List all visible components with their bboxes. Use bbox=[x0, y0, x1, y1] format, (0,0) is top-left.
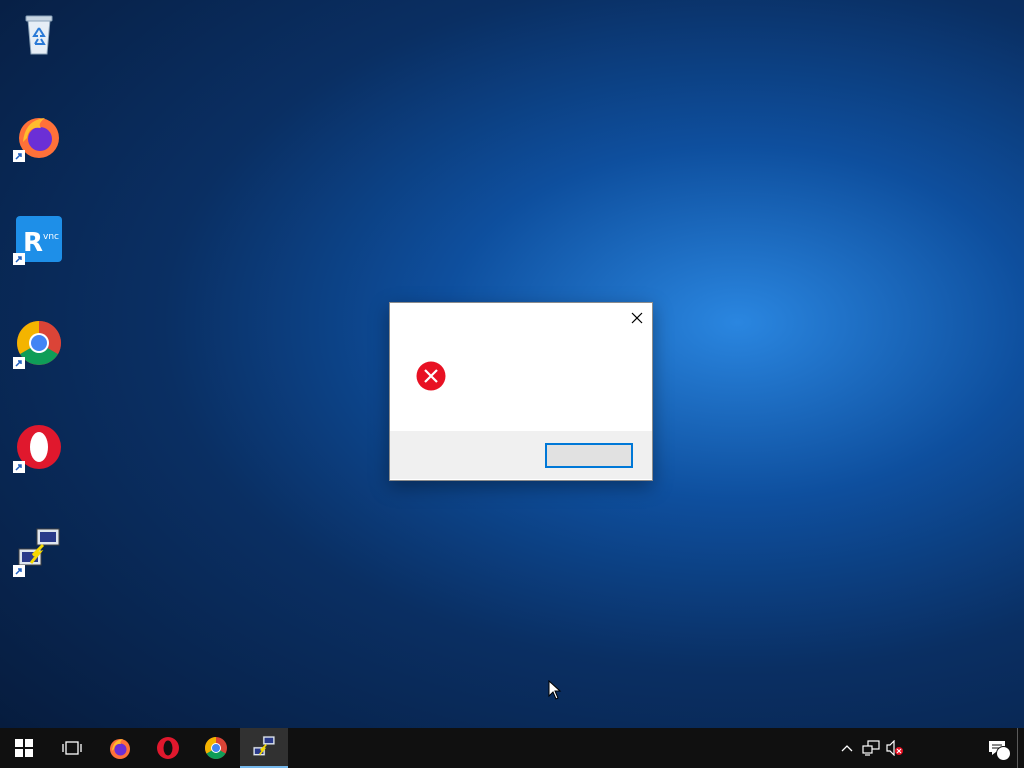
putty-icon bbox=[252, 735, 276, 756]
error-icon bbox=[416, 361, 446, 391]
chrome-icon bbox=[13, 319, 63, 369]
desktop-icon-realvnc-viewer[interactable]: R vnc bbox=[4, 215, 74, 267]
desktop-icon-putty[interactable] bbox=[4, 527, 74, 579]
taskbar-chrome[interactable] bbox=[192, 728, 240, 768]
desktop-icon-firefox[interactable] bbox=[4, 112, 74, 164]
show-hidden-icons-button[interactable] bbox=[835, 728, 859, 768]
ok-button[interactable] bbox=[545, 443, 633, 468]
opera-icon bbox=[13, 423, 63, 473]
firefox-icon bbox=[13, 112, 63, 162]
system-tray bbox=[835, 728, 1024, 768]
shortcut-arrow-icon bbox=[13, 253, 25, 265]
taskbar-firefox[interactable] bbox=[96, 728, 144, 768]
windows-logo-icon bbox=[15, 739, 33, 757]
task-view-button[interactable] bbox=[48, 728, 96, 768]
shortcut-arrow-icon bbox=[13, 461, 25, 473]
taskbar-putty[interactable] bbox=[240, 728, 288, 768]
dialog-footer bbox=[390, 431, 652, 479]
svg-text:R: R bbox=[23, 228, 43, 258]
desktop-icon-recycle-bin[interactable] bbox=[4, 8, 74, 60]
dialog-body bbox=[390, 333, 652, 431]
desktop-icon-opera-browser[interactable] bbox=[4, 423, 74, 475]
start-button[interactable] bbox=[0, 728, 48, 768]
network-button[interactable] bbox=[859, 728, 883, 768]
shortcut-arrow-icon bbox=[13, 565, 25, 577]
notification-count-badge bbox=[996, 746, 1011, 761]
taskbar bbox=[0, 728, 1024, 768]
opera-icon bbox=[157, 737, 179, 759]
volume-button[interactable] bbox=[883, 728, 907, 768]
dialog-titlebar[interactable] bbox=[390, 303, 652, 333]
putty-icon bbox=[13, 527, 63, 577]
svg-text:vnc: vnc bbox=[43, 232, 59, 242]
network-icon bbox=[862, 740, 880, 756]
close-icon bbox=[631, 312, 643, 324]
mouse-cursor-icon bbox=[548, 680, 562, 700]
desktop-icon-google-chrome[interactable] bbox=[4, 319, 74, 371]
putty-error-dialog bbox=[389, 302, 653, 481]
chrome-icon bbox=[205, 737, 227, 759]
shortcut-arrow-icon bbox=[13, 150, 25, 162]
firefox-icon bbox=[110, 739, 130, 759]
dialog-close-button[interactable] bbox=[622, 303, 652, 333]
chevron-up-icon bbox=[841, 745, 853, 752]
realvnc-icon: R vnc bbox=[13, 215, 63, 265]
volume-muted-icon bbox=[886, 740, 903, 756]
show-desktop-button[interactable] bbox=[1017, 728, 1024, 768]
action-center-button[interactable] bbox=[977, 728, 1017, 768]
taskbar-opera[interactable] bbox=[144, 728, 192, 768]
shortcut-arrow-icon bbox=[13, 357, 25, 369]
recycle-bin-icon bbox=[15, 8, 63, 56]
task-view-icon bbox=[62, 741, 82, 755]
